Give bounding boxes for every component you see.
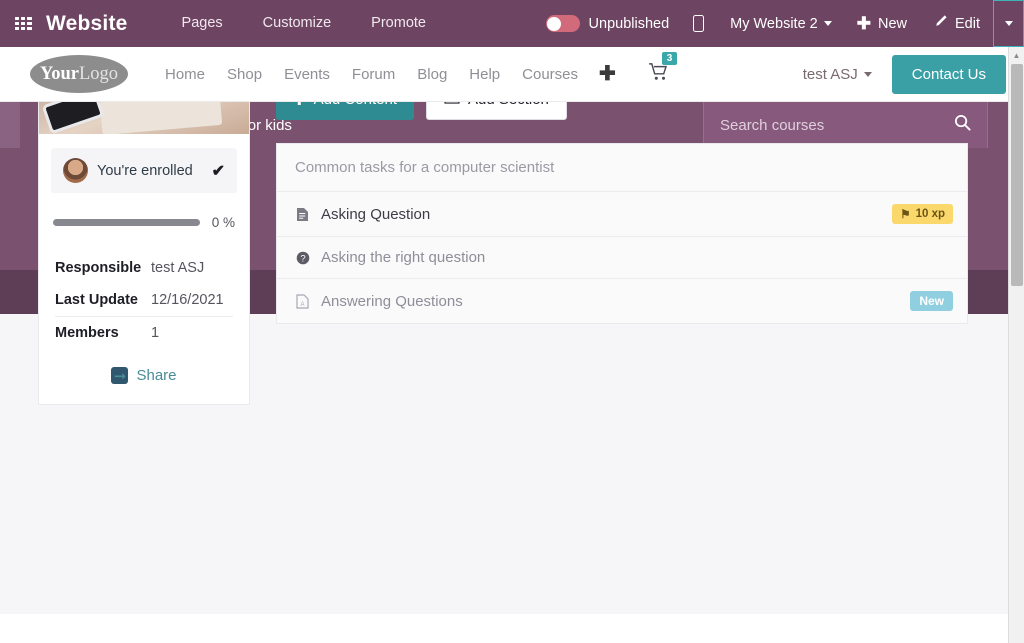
avatar [63, 158, 88, 183]
progress-bar [53, 219, 200, 226]
page-content: You're enrolled ✔ 0 % Responsible test A… [0, 314, 1024, 614]
pdf-icon: A [295, 294, 310, 309]
meta-key: Members [55, 325, 151, 341]
system-bar-right: Unpublished My Website 2 ✚ New Edit [532, 0, 1024, 47]
list-item-label: Answering Questions [321, 293, 899, 310]
app-title: Website [46, 12, 128, 36]
chevron-down-icon [1005, 21, 1013, 26]
new-badge: New [910, 291, 953, 311]
list-item-label: Asking the right question [321, 249, 953, 266]
section-title[interactable]: Common tasks for a computer scientist [277, 144, 967, 192]
xp-badge: ⚑ 10 xp [892, 204, 953, 224]
website-nav-links: Home Shop Events Forum Blog Help Courses… [154, 63, 670, 86]
meta-value: 12/16/2021 [151, 292, 224, 308]
new-button[interactable]: ✚ New [844, 15, 920, 32]
logo-light-text: Logo [79, 64, 118, 85]
meta-row-members: Members 1 [55, 316, 233, 349]
user-menu-toggle[interactable] [993, 0, 1024, 47]
publish-switch[interactable] [546, 15, 580, 32]
quiz-icon: ? [295, 251, 310, 265]
enrolled-status: You're enrolled ✔ [51, 148, 237, 193]
user-name-label: test ASJ [803, 66, 858, 83]
nav-item-home[interactable]: Home [154, 66, 216, 83]
course-content-list: Common tasks for a computer scientist As… [276, 143, 968, 324]
website-selector-label: My Website 2 [730, 16, 818, 32]
website-navbar: YourLogo Home Shop Events Forum Blog Hel… [0, 47, 1024, 102]
check-icon: ✔ [212, 161, 225, 181]
share-icon: ➞ [111, 367, 128, 384]
plus-icon: ✚ [857, 15, 871, 32]
menu-item-promote[interactable]: Promote [351, 0, 446, 47]
nav-item-help[interactable]: Help [458, 66, 511, 83]
chevron-down-icon [824, 21, 832, 26]
nav-item-events[interactable]: Events [273, 66, 341, 83]
user-account-menu[interactable]: test ASJ [803, 66, 872, 83]
pencil-icon [933, 14, 948, 33]
nav-item-forum[interactable]: Forum [341, 66, 406, 83]
browser-page: Website Pages Customize Promote Unpublis… [0, 0, 1024, 643]
progress-row: 0 % [53, 215, 235, 230]
contact-us-button[interactable]: Contact Us [892, 55, 1006, 94]
nav-item-blog[interactable]: Blog [406, 66, 458, 83]
list-item[interactable]: A Answering Questions New [277, 279, 967, 323]
scroll-up-arrow-icon[interactable]: ▲ [1009, 47, 1024, 63]
nav-item-shop[interactable]: Shop [216, 66, 273, 83]
meta-value: test ASJ [151, 260, 204, 276]
list-item[interactable]: Asking Question ⚑ 10 xp [277, 192, 967, 237]
system-menu: Pages Customize Promote [162, 0, 446, 47]
new-button-label: New [878, 16, 907, 32]
publish-toggle[interactable]: Unpublished [532, 15, 680, 32]
shopping-cart-icon[interactable]: 3 [648, 63, 670, 86]
share-button[interactable]: ➞ Share [39, 349, 249, 404]
cart-count-badge: 3 [662, 52, 678, 65]
vertical-scrollbar[interactable]: ▲ [1008, 47, 1024, 643]
apps-grid-icon[interactable] [0, 17, 46, 30]
logo-bold-text: Your [40, 64, 79, 85]
chevron-down-icon [864, 72, 872, 77]
site-logo[interactable]: YourLogo [30, 55, 128, 93]
meta-key: Last Update [55, 292, 151, 308]
list-item[interactable]: ? Asking the right question [277, 237, 967, 279]
menu-item-pages[interactable]: Pages [162, 0, 243, 47]
course-meta-list: Responsible test ASJ Last Update 12/16/2… [55, 252, 233, 349]
document-icon [295, 207, 310, 222]
meta-row-last-update: Last Update 12/16/2021 [55, 284, 233, 316]
menu-item-customize[interactable]: Customize [243, 0, 352, 47]
nav-item-courses[interactable]: Courses [511, 66, 589, 83]
meta-row-responsible: Responsible test ASJ [55, 252, 233, 284]
list-item-label: Asking Question [321, 206, 881, 223]
share-label: Share [136, 367, 176, 384]
odoo-system-bar: Website Pages Customize Promote Unpublis… [0, 0, 1024, 47]
website-selector[interactable]: My Website 2 [718, 16, 844, 32]
edit-button-label: Edit [955, 16, 980, 32]
flag-icon: ⚑ [900, 207, 910, 221]
publish-state-label: Unpublished [589, 16, 670, 32]
progress-percent-label: 0 % [212, 215, 235, 230]
xp-badge-label: 10 xp [916, 208, 945, 220]
mobile-preview-icon[interactable] [679, 15, 718, 32]
meta-value: 1 [151, 325, 159, 341]
svg-text:A: A [300, 302, 304, 308]
scrollbar-thumb[interactable] [1011, 64, 1023, 286]
meta-key: Responsible [55, 260, 151, 276]
svg-text:?: ? [300, 253, 305, 264]
breadcrumb-left-accent [0, 102, 20, 148]
add-page-plus-icon[interactable]: ✚ [589, 64, 626, 84]
edit-button[interactable]: Edit [920, 14, 993, 33]
enrolled-label: You're enrolled [97, 163, 203, 179]
website-nav-right: test ASJ Contact Us [803, 55, 1006, 94]
